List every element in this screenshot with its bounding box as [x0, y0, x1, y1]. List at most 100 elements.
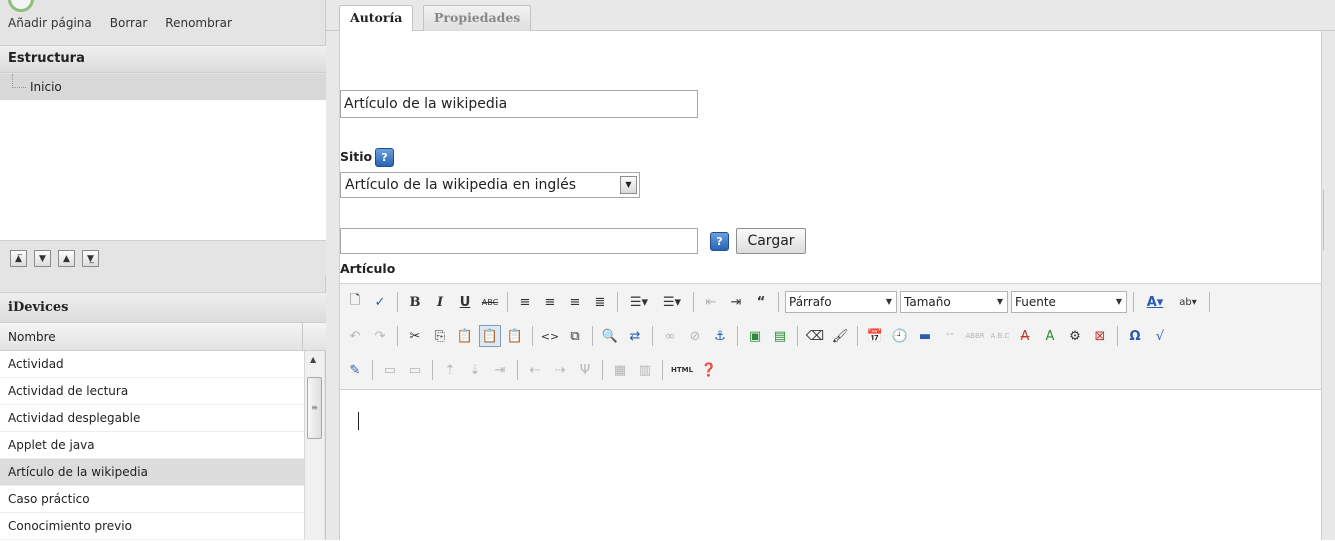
new-document-icon[interactable]: 🗋 [344, 291, 366, 313]
article-search-input[interactable] [340, 228, 698, 254]
align-justify-icon[interactable]: ≣ [589, 291, 611, 313]
load-button[interactable]: Cargar [736, 228, 806, 254]
align-right-icon[interactable]: ≡ [564, 291, 586, 313]
move-bottom-button[interactable]: ▼̲ [82, 250, 99, 267]
insert-row-after-icon[interactable]: ⇣ [464, 359, 486, 381]
list-item[interactable]: Applet de java [0, 432, 304, 459]
align-center-icon[interactable]: ≡ [539, 291, 561, 313]
insert-col-before-icon[interactable]: ⇠ [524, 359, 546, 381]
fullscreen-icon[interactable]: ⧉ [564, 325, 586, 347]
cleanup-icon[interactable]: 🖌 [829, 325, 851, 347]
move-top-button[interactable]: ▲̅ [10, 250, 27, 267]
list-item[interactable]: Actividad [0, 351, 304, 378]
link-icon[interactable]: ∞ [659, 325, 681, 347]
source-code-icon[interactable]: <> [539, 325, 561, 347]
merge-cells-icon[interactable]: ▥ [634, 359, 656, 381]
editor-body[interactable] [340, 390, 1321, 541]
tree-item-inicio[interactable]: Inicio [0, 74, 326, 100]
underline-icon[interactable]: U [454, 291, 476, 313]
move-buttons-bar: ▲̅ ▼ ▲ ▼̲ [0, 240, 326, 276]
bold-icon[interactable]: B [404, 291, 426, 313]
image-icon[interactable]: ▣ [744, 325, 766, 347]
insert-col-after-icon[interactable]: ⇢ [549, 359, 571, 381]
spellcheck-icon[interactable]: ✓ [369, 291, 391, 313]
format-select[interactable]: Párrafo ▼ [785, 291, 897, 313]
anchor-icon[interactable]: ⚓ [709, 325, 731, 347]
split-cells-icon[interactable]: ▦ [609, 359, 631, 381]
help-icon[interactable]: ? [375, 148, 394, 167]
replace-icon[interactable]: ⇄ [624, 325, 646, 347]
insert-time-icon[interactable]: 🕘 [889, 325, 911, 347]
insert-row-before-icon[interactable]: ⇡ [439, 359, 461, 381]
unlink-icon[interactable]: ⊘ [684, 325, 706, 347]
copy-icon[interactable]: ⎘ [429, 325, 451, 347]
bullet-list-icon[interactable]: ☰▾ [624, 291, 654, 313]
site-label: Sitio [340, 149, 373, 164]
edit-icon[interactable]: ✎ [344, 359, 366, 381]
paste-icon[interactable]: 📋 [454, 325, 476, 347]
insert-date-icon[interactable]: 📅 [864, 325, 886, 347]
site-select[interactable]: Artículo de la wikipedia en inglés ▼ [340, 172, 640, 198]
toolbar-row-3: ✎ ▭ ▭ ⇡ ⇣ ⇥ ⇠ ⇢ Ψ ▦ ▥ HTML ❓ [340, 355, 1321, 385]
paste-word-icon[interactable]: 📋 [504, 325, 526, 347]
eraser-icon[interactable]: ⌫ [804, 325, 826, 347]
column-header-nombre[interactable]: Nombre [0, 323, 326, 351]
blockquote-icon[interactable]: “ [750, 291, 772, 313]
toolbar-separator [693, 292, 694, 312]
cite-icon[interactable]: “” [939, 325, 961, 347]
special-char-icon[interactable]: Ω [1124, 325, 1146, 347]
format-select-value: Párrafo [789, 295, 832, 309]
delete-button[interactable]: Borrar [110, 16, 148, 30]
abbr-icon[interactable]: ABBR [964, 325, 986, 347]
media-icon[interactable]: ▤ [769, 325, 791, 347]
rename-button[interactable]: Renombrar [165, 16, 232, 30]
idevice-title-input[interactable]: Artículo de la wikipedia [340, 90, 698, 118]
table-cell-props-icon[interactable]: ▭ [404, 359, 426, 381]
chevron-down-icon[interactable]: ▼ [620, 176, 637, 194]
scroll-thumb[interactable]: ≡ [307, 377, 322, 439]
delete-col-icon[interactable]: Ψ [574, 359, 596, 381]
toolbar-separator [1117, 326, 1118, 346]
move-down-button[interactable]: ▼ [34, 250, 51, 267]
help-icon[interactable]: ❓ [698, 359, 720, 381]
list-item[interactable]: Conocimiento previo [0, 513, 304, 540]
scroll-up-arrow-icon[interactable]: ▲ [310, 355, 316, 364]
list-item[interactable]: Actividad desplegable [0, 405, 304, 432]
highlight-color-icon[interactable]: ab▾ [1173, 291, 1203, 313]
indent-icon[interactable]: ⇥ [725, 291, 747, 313]
tab-properties[interactable]: Propiedades [423, 5, 532, 31]
font-select[interactable]: Fuente ▼ [1011, 291, 1127, 313]
delete-text-icon[interactable]: A [1014, 325, 1036, 347]
find-icon[interactable]: 🔍 [599, 325, 621, 347]
size-select[interactable]: Tamaño ▼ [900, 291, 1008, 313]
table-row-props-icon[interactable]: ▭ [379, 359, 401, 381]
nonbreaking-icon[interactable]: ⊠ [1089, 325, 1111, 347]
add-page-button[interactable]: Añadir página [8, 16, 92, 30]
strikethrough-icon[interactable]: ABC [479, 291, 501, 313]
undo-icon[interactable]: ↶ [344, 325, 366, 347]
redo-icon[interactable]: ↷ [369, 325, 391, 347]
insert-text-icon[interactable]: A [1039, 325, 1061, 347]
italic-icon[interactable]: I [429, 291, 451, 313]
paste-text-icon[interactable]: 📋 [479, 325, 501, 347]
math-icon[interactable]: √ [1149, 325, 1171, 347]
attributes-icon[interactable]: ⚙ [1064, 325, 1086, 347]
delete-row-icon[interactable]: ⇥ [489, 359, 511, 381]
text-color-icon[interactable]: A▾ [1140, 291, 1170, 313]
idevices-scrollbar[interactable]: ▲ ≡ [304, 351, 324, 540]
numbered-list-icon[interactable]: ☰▾ [657, 291, 687, 313]
move-up-button[interactable]: ▲ [58, 250, 75, 267]
horizontal-rule-icon[interactable]: ▬ [914, 325, 936, 347]
help-icon[interactable]: ? [710, 232, 729, 251]
html-button[interactable]: HTML [669, 359, 695, 381]
align-left-icon[interactable]: ≡ [514, 291, 536, 313]
tab-authoring[interactable]: Autoría [339, 5, 414, 32]
cut-icon[interactable]: ✂ [404, 325, 426, 347]
acronym-icon[interactable]: A.B.C [989, 325, 1011, 347]
outdent-icon[interactable]: ⇤ [700, 291, 722, 313]
structure-header: Estructura [0, 45, 326, 73]
toolbar-separator [737, 326, 738, 346]
list-item-selected[interactable]: Artículo de la wikipedia [0, 459, 304, 486]
list-item[interactable]: Caso práctico [0, 486, 304, 513]
list-item[interactable]: Actividad de lectura [0, 378, 304, 405]
